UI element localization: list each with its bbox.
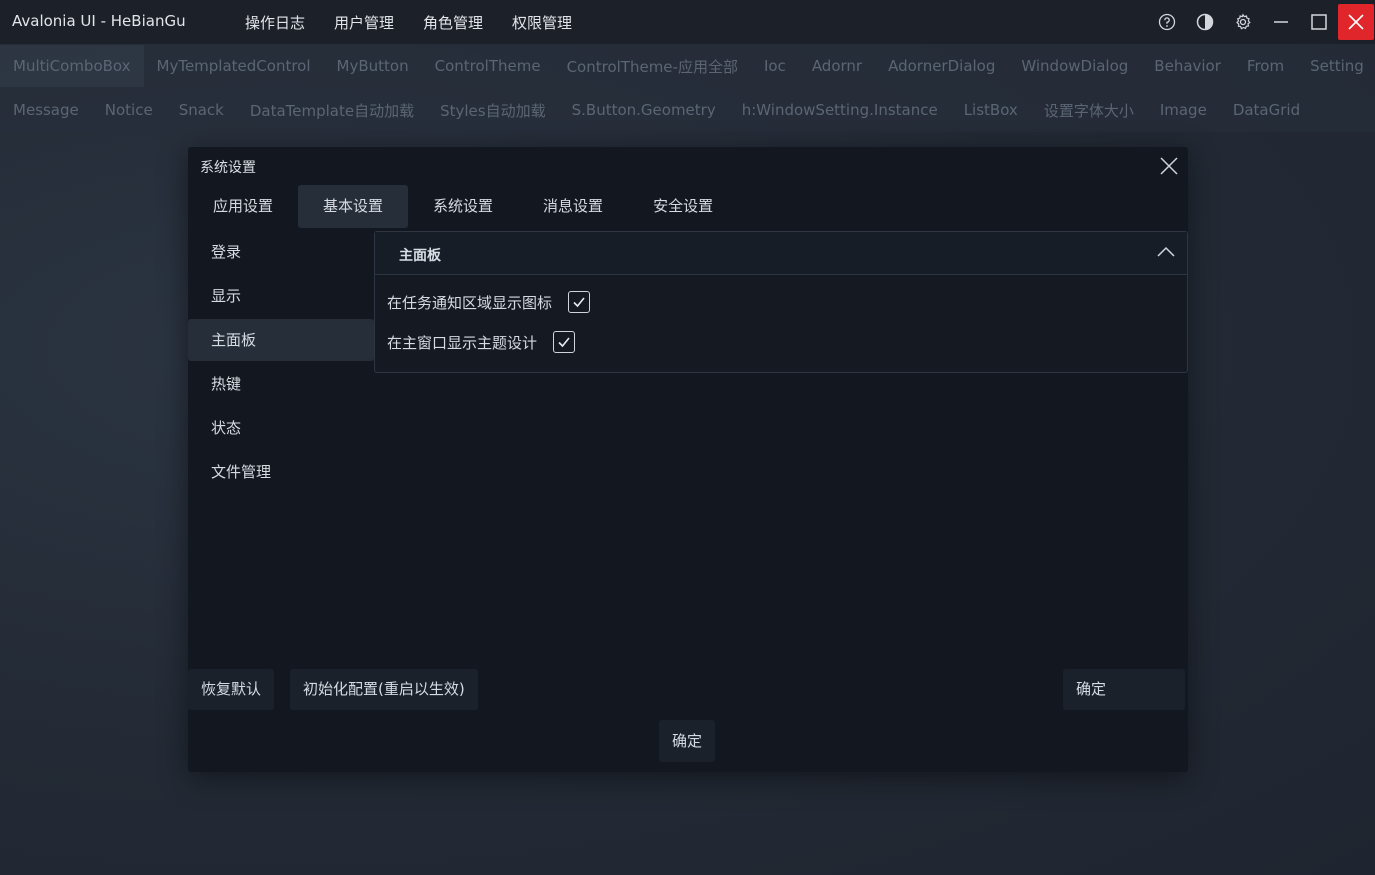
nav-item-adornerdialog[interactable]: AdornerDialog [875, 57, 1008, 75]
app-title: Avalonia UI - HeBianGu [12, 12, 186, 30]
expander-header[interactable]: 主面板 [375, 232, 1187, 275]
nav-item-datagrid[interactable]: DataGrid [1220, 101, 1313, 119]
nav-item-snack[interactable]: Snack [166, 101, 237, 119]
theme-contrast-icon[interactable] [1186, 3, 1224, 41]
sidebar-item-main-panel[interactable]: 主面板 [188, 319, 374, 361]
sidebar-item-status[interactable]: 状态 [188, 407, 374, 449]
nav-item-windowsetting-instance[interactable]: h:WindowSetting.Instance [729, 101, 951, 119]
nav-item-multicombobox[interactable]: MultiComboBox [0, 45, 144, 87]
minimize-icon[interactable] [1262, 3, 1300, 41]
dialog-title: 系统设置 [200, 160, 256, 176]
nav-row-features: Message Notice Snack DataTemplate自动加载 St… [0, 88, 1375, 132]
tab-message-settings[interactable]: 消息设置 [518, 185, 628, 228]
option-label: 在任务通知区域显示图标 [387, 293, 553, 312]
nav-item-setting[interactable]: Setting [1297, 57, 1375, 75]
check-icon [573, 297, 585, 308]
nav-item-controltheme[interactable]: ControlTheme [422, 57, 554, 75]
tab-basic-settings[interactable]: 基本设置 [298, 185, 409, 228]
gear-icon[interactable] [1224, 3, 1262, 41]
option-theme-design[interactable]: 在主窗口显示主题设计 [387, 331, 576, 353]
nav-item-mybutton[interactable]: MyButton [324, 57, 422, 75]
tab-system-settings[interactable]: 系统设置 [408, 185, 518, 228]
restore-defaults-button[interactable]: 恢复默认 [188, 669, 275, 710]
settings-tabs: 应用设置 基本设置 系统设置 消息设置 安全设置 [188, 185, 738, 228]
window-controls [1148, 0, 1375, 44]
theme-design-checkbox[interactable] [553, 331, 576, 353]
confirm-dialog-button[interactable]: 确定 [659, 720, 716, 762]
expander-title: 主面板 [399, 248, 441, 264]
nav-item-adornr[interactable]: Adornr [799, 57, 875, 75]
main-panel-expander: 主面板 在任务通知区域显示图标 在主窗口显示主题设计 [374, 231, 1188, 373]
nav-item-message[interactable]: Message [0, 101, 92, 119]
app-window: Avalonia UI - HeBianGu 操作日志 用户管理 角色管理 权限… [0, 0, 1375, 875]
nav-row-controls: MultiComboBox MyTemplatedControl MyButto… [0, 44, 1375, 88]
menu-item-permission-management[interactable]: 权限管理 [512, 12, 572, 33]
menu-item-user-management[interactable]: 用户管理 [334, 12, 394, 33]
sidebar-item-login[interactable]: 登录 [188, 231, 374, 273]
maximize-icon[interactable] [1300, 3, 1338, 41]
menu-item-role-management[interactable]: 角色管理 [423, 12, 483, 33]
nav-item-from[interactable]: From [1234, 57, 1297, 75]
help-icon[interactable] [1148, 3, 1186, 41]
nav-item-ioc[interactable]: Ioc [751, 57, 799, 75]
tab-security-settings[interactable]: 安全设置 [628, 185, 738, 228]
sidebar-item-hotkeys[interactable]: 热键 [188, 363, 374, 405]
title-bar: Avalonia UI - HeBianGu 操作日志 用户管理 角色管理 权限… [0, 0, 1375, 44]
nav-item-notice[interactable]: Notice [92, 101, 166, 119]
nav-item-controltheme-all[interactable]: ControlTheme-应用全部 [554, 56, 751, 77]
option-tray-icon[interactable]: 在任务通知区域显示图标 [387, 291, 591, 313]
tab-app-settings[interactable]: 应用设置 [188, 185, 298, 228]
close-icon[interactable] [1338, 4, 1374, 40]
nav-item-image[interactable]: Image [1147, 101, 1220, 119]
check-icon [558, 337, 570, 348]
nav-item-font-size[interactable]: 设置字体大小 [1031, 100, 1147, 121]
settings-sidebar: 登录 显示 主面板 热键 状态 文件管理 [188, 231, 374, 495]
settings-dialog: 系统设置 应用设置 基本设置 系统设置 消息设置 安全设置 登录 显示 主面板 … [188, 147, 1188, 772]
chevron-up-icon[interactable] [1155, 244, 1177, 260]
nav-item-behavior[interactable]: Behavior [1141, 57, 1234, 75]
tray-icon-checkbox[interactable] [568, 291, 591, 313]
confirm-settings-button[interactable]: 确定 [1063, 669, 1185, 710]
init-config-button[interactable]: 初始化配置(重启以生效) [290, 669, 478, 710]
nav-item-styles-autoload[interactable]: Styles自动加载 [427, 100, 559, 121]
sidebar-item-file-management[interactable]: 文件管理 [188, 451, 374, 493]
nav-item-datatemplate-autoload[interactable]: DataTemplate自动加载 [237, 100, 427, 121]
nav-item-listbox[interactable]: ListBox [951, 101, 1031, 119]
menu-item-operation-log[interactable]: 操作日志 [245, 12, 305, 33]
dialog-close-icon[interactable] [1158, 155, 1180, 177]
nav-item-sbutton-geometry[interactable]: S.Button.Geometry [559, 101, 729, 119]
nav-item-windowdialog[interactable]: WindowDialog [1008, 57, 1141, 75]
nav-item-mytemplatedcontrol[interactable]: MyTemplatedControl [144, 57, 324, 75]
option-label: 在主窗口显示主题设计 [387, 333, 538, 352]
sidebar-item-display[interactable]: 显示 [188, 275, 374, 317]
top-menu: 操作日志 用户管理 角色管理 权限管理 [245, 12, 601, 33]
